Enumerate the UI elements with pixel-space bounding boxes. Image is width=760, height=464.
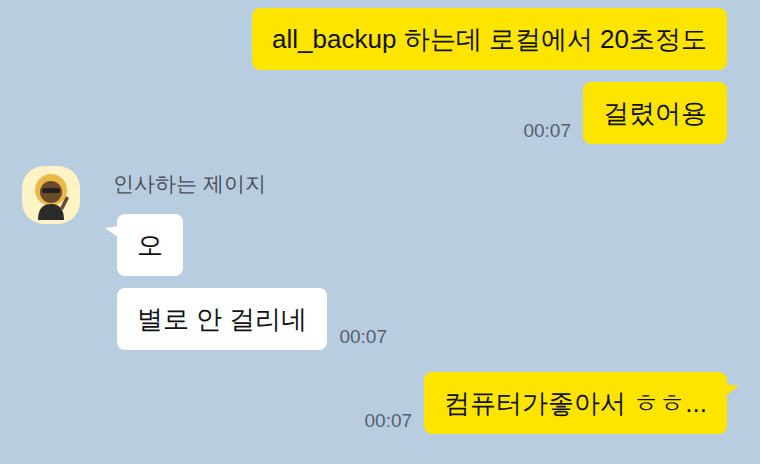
message-row: 별로 안 걸리네 00:07 bbox=[117, 288, 387, 350]
message-row: 오 bbox=[117, 214, 183, 276]
message-time: 00:07 bbox=[365, 409, 413, 433]
chat-room: all_backup 하는데 로컬에서 20초정도 00:07 걸렸어용인사하는 제… bbox=[0, 0, 760, 464]
message-time: 00:07 bbox=[339, 325, 387, 349]
sender-name: 인사하는 제이지 bbox=[113, 166, 387, 202]
message-time: 00:07 bbox=[523, 119, 571, 143]
avatar[interactable] bbox=[22, 166, 80, 224]
message-row: 00:07 컴퓨터가좋아서 ㅎㅎ... bbox=[365, 372, 727, 434]
character-icon bbox=[26, 170, 76, 220]
received-bubble[interactable]: 오 bbox=[117, 214, 183, 276]
bubble-tail-icon bbox=[725, 384, 739, 398]
sent-bubble[interactable]: all_backup 하는데 로컬에서 20초정도 bbox=[252, 8, 727, 70]
message-row: 00:07 걸렸어용 bbox=[523, 82, 727, 144]
message-row: all_backup 하는데 로컬에서 20초정도 bbox=[252, 8, 727, 70]
bubble-tail-icon bbox=[105, 226, 119, 240]
sent-bubble[interactable]: 걸렸어용 bbox=[583, 82, 727, 144]
sent-bubble[interactable]: 컴퓨터가좋아서 ㅎㅎ... bbox=[424, 372, 727, 434]
sent-group: all_backup 하는데 로컬에서 20초정도 00:07 걸렸어용 bbox=[0, 8, 760, 144]
received-group: 인사하는 제이지오별로 안 걸리네 00:07 bbox=[0, 166, 760, 350]
sent-group: 00:07 컴퓨터가좋아서 ㅎㅎ... bbox=[0, 372, 760, 434]
received-bubble[interactable]: 별로 안 걸리네 bbox=[117, 288, 327, 350]
